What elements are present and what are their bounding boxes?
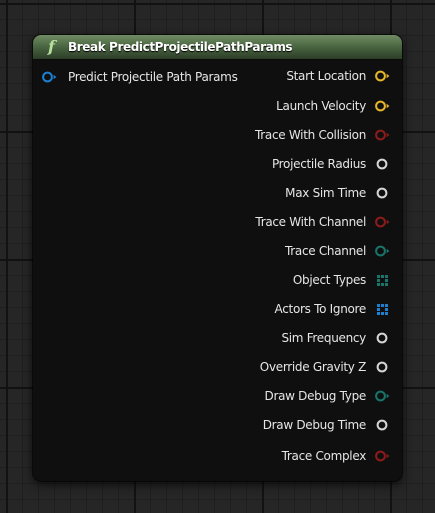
- input-pin-predict-projectile-path-params[interactable]: Predict Projectile Path Params: [41, 67, 238, 87]
- pin-connector-icon[interactable]: [374, 156, 390, 172]
- pin-label: Projectile Radius: [271, 157, 366, 171]
- output-pin-actors-to-ignore[interactable]: Actors To Ignore: [275, 299, 390, 319]
- break-struct-node[interactable]: f Break PredictProjectilePathParams Pred…: [33, 35, 402, 481]
- pin-label: Sim Frequency: [281, 331, 366, 345]
- output-pin-override-gravity-z[interactable]: Override Gravity Z: [260, 357, 390, 377]
- output-pin-object-types[interactable]: Object Types: [293, 270, 390, 290]
- node-header[interactable]: f Break PredictProjectilePathParams: [33, 35, 402, 60]
- output-pin-draw-debug-type[interactable]: Draw Debug Type: [265, 386, 391, 406]
- pin-connector-icon[interactable]: [374, 388, 390, 404]
- pin-label: Trace Complex: [281, 449, 367, 463]
- function-icon: f: [48, 37, 55, 56]
- pin-label: Override Gravity Z: [259, 360, 367, 374]
- pin-label: Start Location: [286, 69, 366, 83]
- pin-connector-icon[interactable]: [374, 68, 390, 84]
- output-pin-draw-debug-time[interactable]: Draw Debug Time: [263, 415, 390, 435]
- pin-connector-icon[interactable]: [374, 417, 390, 433]
- pin-label: Predict Projectile Path Params: [68, 70, 238, 84]
- pin-connector-icon[interactable]: [374, 359, 390, 375]
- node-title: Break PredictProjectilePathParams: [68, 40, 293, 54]
- output-pin-trace-channel[interactable]: Trace Channel: [285, 241, 390, 261]
- pin-connector-icon[interactable]: [41, 69, 57, 85]
- array-pin-icon[interactable]: [374, 301, 390, 317]
- output-pin-launch-velocity[interactable]: Launch Velocity: [276, 96, 390, 116]
- pin-label: Max Sim Time: [285, 186, 366, 200]
- pin-label: Trace Channel: [284, 244, 366, 258]
- output-pin-start-location[interactable]: Start Location: [286, 66, 390, 86]
- pin-label: Draw Debug Type: [264, 389, 367, 403]
- pin-connector-icon[interactable]: [374, 185, 390, 201]
- pin-connector-icon[interactable]: [374, 127, 390, 143]
- pin-label: Trace With Collision: [255, 128, 366, 142]
- output-pin-trace-with-collision[interactable]: Trace With Collision: [255, 125, 390, 145]
- pin-label: Draw Debug Time: [262, 418, 367, 432]
- pin-label: Launch Velocity: [276, 99, 366, 113]
- output-pin-sim-frequency[interactable]: Sim Frequency: [281, 328, 390, 348]
- pin-label: Actors To Ignore: [274, 302, 367, 316]
- pin-label: Trace With Channel: [255, 215, 366, 229]
- pin-label: Object Types: [292, 273, 366, 287]
- pin-connector-icon[interactable]: [374, 330, 390, 346]
- output-pin-projectile-radius[interactable]: Projectile Radius: [272, 154, 390, 174]
- pin-connector-icon[interactable]: [374, 98, 390, 114]
- pin-connector-icon[interactable]: [374, 243, 390, 259]
- pin-connector-icon[interactable]: [374, 448, 390, 464]
- pin-connector-icon[interactable]: [374, 214, 390, 230]
- output-pin-max-sim-time[interactable]: Max Sim Time: [285, 183, 390, 203]
- array-pin-icon[interactable]: [374, 272, 390, 288]
- blueprint-graph-canvas[interactable]: f Break PredictProjectilePathParams Pred…: [0, 0, 435, 513]
- output-pin-trace-with-channel[interactable]: Trace With Channel: [255, 212, 390, 232]
- output-pin-trace-complex[interactable]: Trace Complex: [282, 446, 390, 466]
